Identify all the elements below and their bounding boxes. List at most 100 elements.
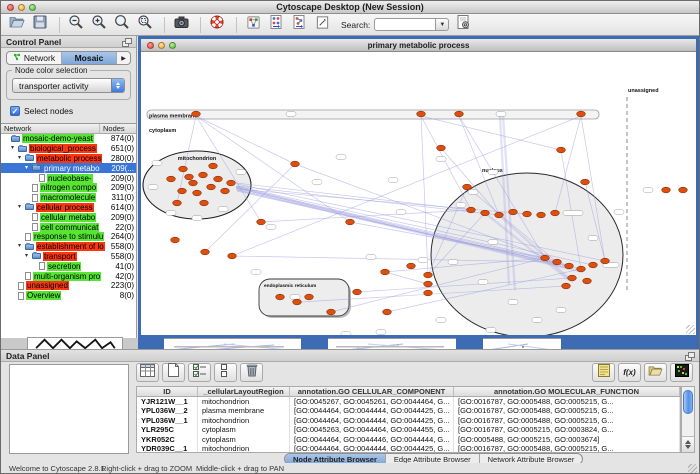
network-node[interactable] xyxy=(509,209,518,215)
network-node[interactable] xyxy=(581,179,590,185)
network-node[interactable] xyxy=(173,200,182,206)
search-input[interactable] xyxy=(374,18,436,31)
network-node[interactable] xyxy=(583,278,592,284)
attribute-table-button[interactable] xyxy=(136,363,159,382)
network-node[interactable] xyxy=(228,253,237,259)
tree-column-network[interactable]: Network xyxy=(1,124,100,133)
tree-row-response-to-stimulu[interactable]: response to stimulu264(0) xyxy=(1,232,136,242)
network-node[interactable] xyxy=(381,269,390,275)
tree-row-unassigned[interactable]: unassigned223(0) xyxy=(1,281,136,291)
tree-expander-icon[interactable]: ▾ xyxy=(11,144,18,153)
app-resize-grip[interactable] xyxy=(688,464,697,473)
network-node[interactable] xyxy=(551,210,560,216)
tree-column-nodes[interactable]: Nodes xyxy=(100,124,136,133)
network-node[interactable] xyxy=(437,145,446,151)
table-row-YJR121W__1[interactable]: YJR121W__1mitochondrion[GO:0045267, GO:0… xyxy=(137,397,680,406)
vizmapper-button[interactable] xyxy=(243,16,263,34)
network-node[interactable] xyxy=(537,212,546,218)
table-row-YLR295C[interactable]: YLR295Ccytoplasm[GO:0045263, GO:0044464,… xyxy=(137,425,680,434)
network-node[interactable] xyxy=(200,200,209,206)
window-fragment[interactable] xyxy=(138,338,164,349)
network-node[interactable] xyxy=(178,188,187,194)
network-node[interactable] xyxy=(383,309,392,315)
table-row-YKR052C[interactable]: YKR052Ccytoplasm[GO:0044464, GO:0044446,… xyxy=(137,435,680,444)
float-panel-icon[interactable] xyxy=(685,352,694,360)
scrollbar-thumb[interactable] xyxy=(683,390,693,414)
network-node[interactable] xyxy=(276,294,285,300)
network-node[interactable] xyxy=(577,266,586,272)
help-button[interactable] xyxy=(207,16,227,34)
tree-row-secretion[interactable]: secretion41(0) xyxy=(1,261,136,271)
tree-row-cellular-process[interactable]: ▾cellular process614(0) xyxy=(1,203,136,213)
matrix-view-button[interactable] xyxy=(670,363,693,382)
tree-row-biological-process[interactable]: ▾biological_process651(0) xyxy=(1,144,136,154)
notes-button[interactable] xyxy=(592,363,615,382)
network-node[interactable] xyxy=(291,161,300,167)
unselect-all-attributes-button[interactable] xyxy=(214,363,237,382)
tree-expander-icon[interactable]: ▾ xyxy=(25,164,32,173)
scrollbar-arrows[interactable] xyxy=(682,436,694,452)
new-attribute-button[interactable] xyxy=(162,363,185,382)
tree-row-cell-communicat[interactable]: cell communicat22(0) xyxy=(1,222,136,232)
network-node[interactable] xyxy=(189,180,198,186)
tab-overflow-button[interactable]: ▶ xyxy=(117,52,130,64)
select-nodes-checkbox[interactable]: ✓ xyxy=(10,106,20,116)
table-scrollbar[interactable] xyxy=(681,386,695,453)
tree-row-primary-metabo[interactable]: ▾primary metabo209(... xyxy=(1,163,136,173)
function-builder-button[interactable]: f(x) xyxy=(618,363,641,382)
delete-attribute-button[interactable] xyxy=(240,363,263,382)
window-fragment[interactable] xyxy=(483,338,561,349)
import-attributes-button[interactable] xyxy=(644,363,667,382)
network-node[interactable] xyxy=(424,290,433,296)
network-node[interactable] xyxy=(541,255,550,261)
search-options-button[interactable] xyxy=(453,16,473,34)
network-node[interactable] xyxy=(207,184,216,190)
tree-row-cellular-metabo[interactable]: cellular metabo209(0) xyxy=(1,212,136,222)
network-node[interactable] xyxy=(199,172,208,178)
network-node[interactable] xyxy=(601,258,610,264)
network-node[interactable] xyxy=(557,147,566,153)
network-node[interactable] xyxy=(495,212,504,218)
network-node[interactable] xyxy=(353,289,362,295)
tree-expander-icon[interactable]: ▾ xyxy=(25,252,32,261)
table-row-YPL036W__2[interactable]: YPL036W__2plasma membrane[GO:0044464, GO… xyxy=(137,406,680,415)
save-session-button[interactable] xyxy=(30,16,50,34)
column-header-1[interactable]: _cellularLayoutRegion xyxy=(198,387,290,396)
snapshot-button[interactable] xyxy=(171,16,191,34)
network-node[interactable] xyxy=(553,259,562,265)
network-node[interactable] xyxy=(257,219,266,225)
zoom-out-button[interactable] xyxy=(66,16,86,34)
network-node[interactable] xyxy=(562,283,571,289)
zoom-selected-button[interactable] xyxy=(135,16,155,34)
network-node[interactable] xyxy=(481,210,490,216)
network-node[interactable] xyxy=(455,111,464,117)
select-all-attributes-button[interactable] xyxy=(188,363,211,382)
close-button[interactable] xyxy=(7,4,14,11)
canvas-resize-grip[interactable] xyxy=(686,325,695,334)
tree-expander-icon[interactable]: ▾ xyxy=(18,154,25,163)
window-fragment[interactable] xyxy=(301,338,328,349)
network-node[interactable] xyxy=(589,262,598,268)
zoom-in-button[interactable] xyxy=(89,16,109,34)
column-header-3[interactable]: annotation.GO MOLECULAR_FUNCTION xyxy=(454,387,680,396)
tree-row-establishment-of-lo[interactable]: ▾establishment of lo558(0) xyxy=(1,242,136,252)
minimize-button[interactable] xyxy=(18,4,25,11)
float-panel-icon[interactable] xyxy=(122,38,131,46)
network-node[interactable] xyxy=(523,211,532,217)
network-node[interactable] xyxy=(192,111,201,117)
network-node[interactable] xyxy=(407,263,416,269)
table-row-YDR039C__1[interactable]: YDR039C__1mitochondrion[GO:0044464, GO:0… xyxy=(137,444,680,453)
window-fragment[interactable] xyxy=(561,338,700,349)
network-node[interactable] xyxy=(568,275,577,281)
network-node[interactable] xyxy=(424,272,433,278)
node-color-dropdown[interactable]: transporter activity xyxy=(12,78,125,93)
network-node[interactable] xyxy=(221,188,230,194)
window-fragment[interactable] xyxy=(456,338,483,349)
network-node[interactable] xyxy=(201,249,210,255)
network-node[interactable] xyxy=(209,163,218,169)
layout-nodes-button[interactable] xyxy=(266,16,286,34)
network-node[interactable] xyxy=(417,111,426,117)
tab-mosaic[interactable]: Mosaic xyxy=(62,52,117,64)
column-header-2[interactable]: annotation.GO CELLULAR_COMPONENT xyxy=(290,387,454,396)
window-fragment[interactable] xyxy=(164,338,301,349)
